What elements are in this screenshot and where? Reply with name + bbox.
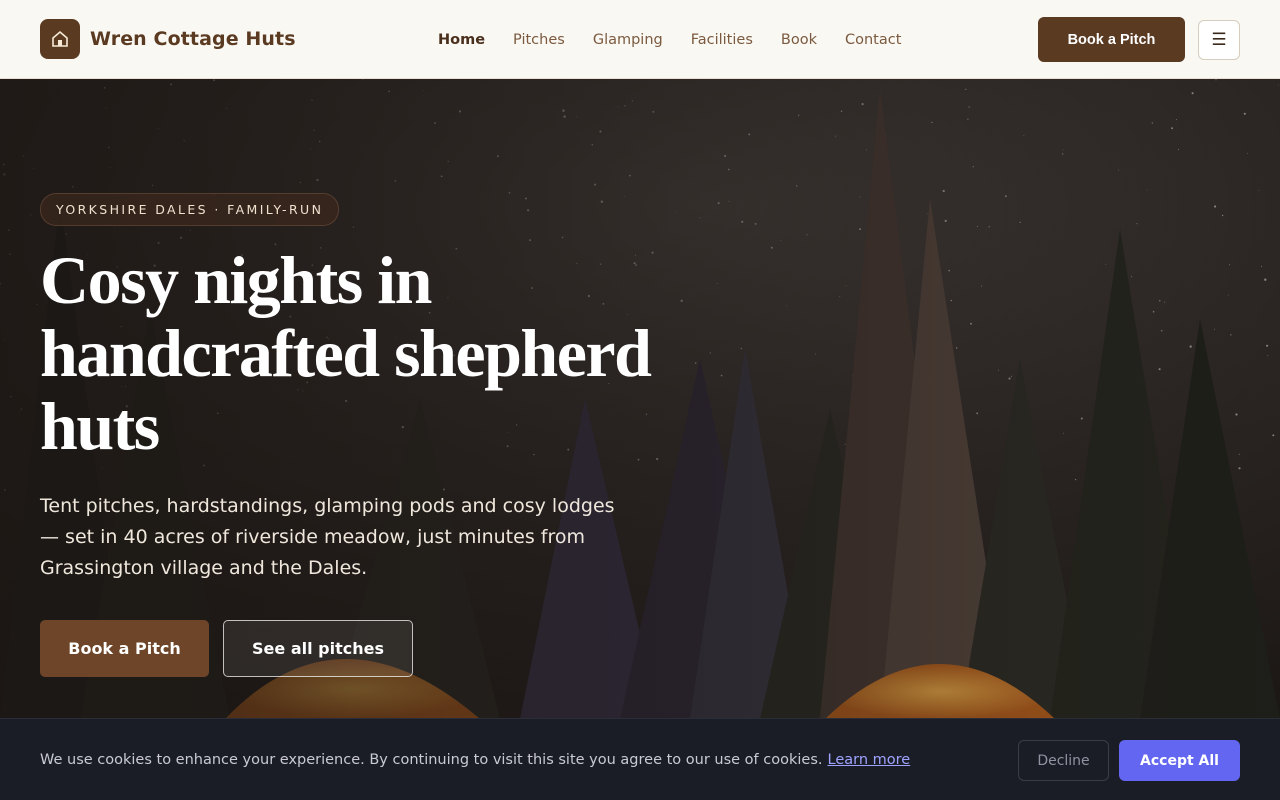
hero-eyebrow: YORKSHIRE DALES · FAMILY-RUN bbox=[40, 193, 340, 226]
nav-glamping[interactable]: Glamping bbox=[593, 32, 663, 48]
cookie-message: We use cookies to enhance your experienc… bbox=[40, 752, 910, 768]
see-pitches-button[interactable]: See all pitches bbox=[223, 620, 413, 677]
accept-all-button[interactable]: Accept All bbox=[1119, 740, 1240, 781]
nav-book[interactable]: Book bbox=[781, 32, 817, 48]
hero-content: YORKSHIRE DALES · FAMILY-RUN Cosy nights… bbox=[40, 193, 720, 677]
nav-home[interactable]: Home bbox=[438, 32, 485, 48]
nav-pitches[interactable]: Pitches bbox=[513, 32, 565, 48]
hero-section: YORKSHIRE DALES · FAMILY-RUN Cosy nights… bbox=[0, 79, 1280, 719]
cookie-banner: We use cookies to enhance your experienc… bbox=[0, 718, 1280, 800]
nav-facilities[interactable]: Facilities bbox=[691, 32, 753, 48]
decline-button[interactable]: Decline bbox=[1018, 740, 1109, 781]
learn-more-link[interactable]: Learn more bbox=[828, 752, 911, 768]
hero-book-button[interactable]: Book a Pitch bbox=[40, 620, 209, 677]
cookie-actions: Decline Accept All bbox=[1018, 740, 1240, 781]
main-nav: Home Pitches Glamping Facilities Book Co… bbox=[438, 0, 901, 79]
nav-contact[interactable]: Contact bbox=[845, 32, 901, 48]
brand-name: Wren Cottage Huts bbox=[90, 28, 296, 50]
cookie-text: We use cookies to enhance your experienc… bbox=[40, 751, 823, 768]
hero-title-line-3: huts bbox=[40, 388, 160, 464]
hero-title-line-2: handcrafted shepherd bbox=[40, 315, 652, 391]
hero-subtitle: Tent pitches, hardstandings, glamping po… bbox=[40, 495, 615, 579]
brand[interactable]: Wren Cottage Huts bbox=[40, 19, 296, 59]
cabin-icon-svg bbox=[52, 30, 68, 47]
header-actions: Book a Pitch ☰ bbox=[1038, 17, 1240, 62]
hero-title: Cosy nights in handcrafted shepherd huts bbox=[40, 244, 720, 463]
header-book-button[interactable]: Book a Pitch bbox=[1038, 17, 1185, 62]
cabin-icon bbox=[40, 19, 80, 59]
site-header: Wren Cottage Huts Home Pitches Glamping … bbox=[0, 0, 1280, 79]
hero-title-line-1: Cosy nights in bbox=[40, 242, 432, 318]
hero-actions: Book a Pitch See all pitches bbox=[40, 620, 720, 677]
menu-icon[interactable]: ☰ bbox=[1198, 19, 1240, 60]
